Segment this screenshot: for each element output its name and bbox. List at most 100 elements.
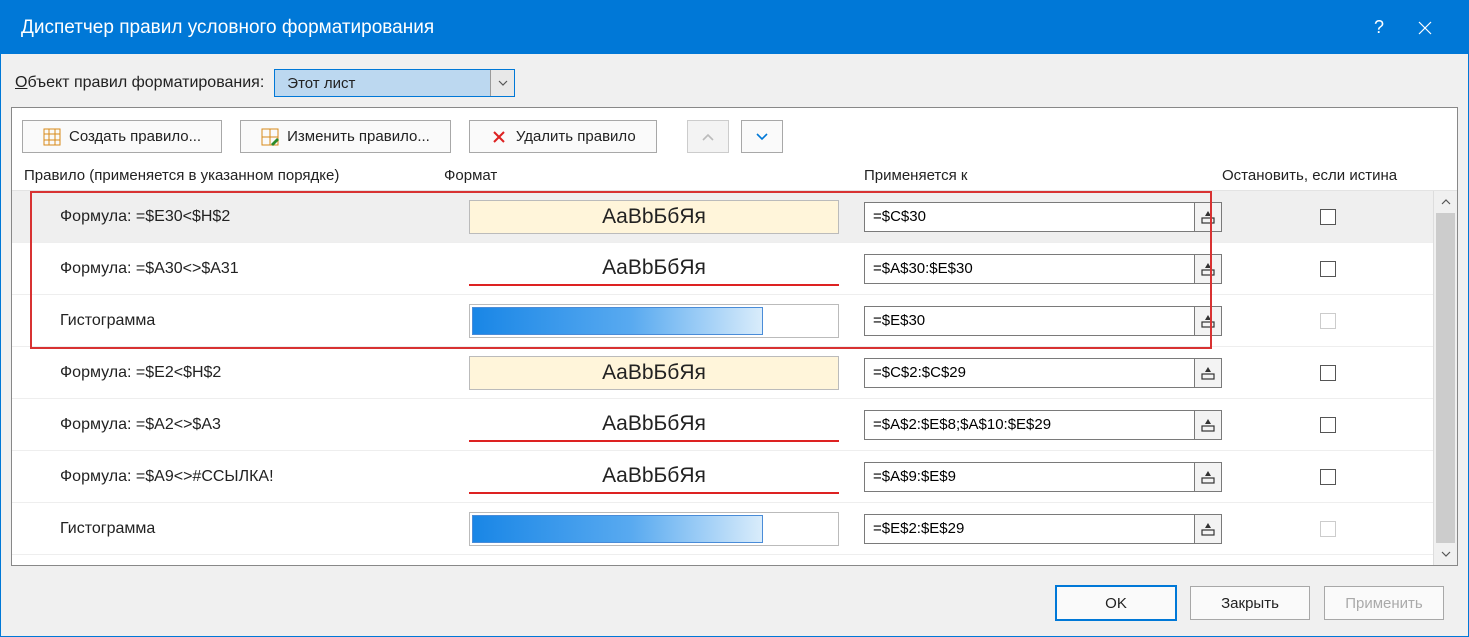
chevron-down-icon[interactable] [490, 70, 514, 96]
range-select-icon[interactable] [1194, 462, 1222, 492]
scope-dropdown[interactable]: Этот лист [274, 69, 515, 97]
rule-row[interactable]: Формула: =$E30<$H$2 AaBbБбЯя [12, 191, 1433, 243]
scroll-down-button[interactable] [1434, 543, 1457, 565]
stop-if-true-checkbox[interactable] [1320, 261, 1336, 277]
stop-if-true-checkbox[interactable] [1320, 417, 1336, 433]
scroll-thumb[interactable] [1436, 213, 1455, 543]
rule-row[interactable]: Формула: =$A30<>$A31 AaBbБбЯя [12, 243, 1433, 295]
scope-dropdown-value: Этот лист [275, 75, 490, 92]
delete-rule-label: Удалить правило [516, 128, 636, 145]
rule-text: Формула: =$E2<$H$2 [24, 364, 444, 382]
dialog-body: Объект правил форматирования: Этот лист … [1, 54, 1468, 636]
header-stop: Остановить, если истина [1222, 167, 1433, 184]
move-up-button [687, 120, 729, 153]
applies-to-input[interactable] [864, 306, 1194, 336]
create-rule-label: Создать правило... [69, 128, 201, 145]
format-preview: AaBbБбЯя [469, 460, 839, 494]
stop-if-true-checkbox [1320, 521, 1336, 537]
rules-list-area: Формула: =$E30<$H$2AaBbБбЯяФормула: =$A3… [12, 191, 1457, 565]
stop-if-true-cell [1222, 521, 1433, 537]
header-format: Формат [444, 167, 864, 184]
rules-panel: Создать правило... Изменить правило... У… [11, 107, 1458, 566]
stop-if-true-cell [1222, 365, 1433, 381]
applies-to-input[interactable] [864, 202, 1194, 232]
dialog-window: Диспетчер правил условного форматировани… [0, 0, 1469, 637]
apply-button: Применить [1324, 586, 1444, 620]
scope-label: Объект правил форматирования: [15, 74, 264, 92]
rule-text: Формула: =$A9<>#ССЫЛКА! [24, 468, 444, 486]
range-select-icon[interactable] [1194, 358, 1222, 388]
grid-icon [43, 128, 61, 146]
applies-to-cell [864, 514, 1222, 544]
edit-rule-label: Изменить правило... [287, 128, 430, 145]
help-button[interactable]: ? [1356, 1, 1402, 54]
range-select-icon[interactable] [1194, 410, 1222, 440]
applies-to-input[interactable] [864, 410, 1194, 440]
rule-text: Формула: =$E30<$H$2 [24, 208, 444, 226]
delete-rule-button[interactable]: Удалить правило [469, 120, 657, 153]
scope-row: Объект правил форматирования: Этот лист [11, 69, 1458, 97]
applies-to-cell [864, 410, 1222, 440]
applies-to-input[interactable] [864, 514, 1194, 544]
header-rule: Правило (применяется в указанном порядке… [24, 167, 444, 184]
stop-if-true-checkbox[interactable] [1320, 209, 1336, 225]
format-preview-cell: AaBbБбЯя [444, 252, 864, 286]
rule-text: Гистограмма [24, 312, 444, 330]
scroll-track[interactable] [1434, 213, 1457, 543]
edit-rule-button[interactable]: Изменить правило... [240, 120, 451, 153]
applies-to-input[interactable] [864, 462, 1194, 492]
stop-if-true-checkbox[interactable] [1320, 365, 1336, 381]
format-preview [469, 304, 839, 338]
ok-button[interactable]: OK [1056, 586, 1176, 620]
titlebar: Диспетчер правил условного форматировани… [1, 1, 1468, 54]
format-preview-cell [444, 304, 864, 338]
rule-row[interactable]: Формула: =$A2<>$A3AaBbБбЯя [12, 399, 1433, 451]
column-headers: Правило (применяется в указанном порядке… [12, 165, 1457, 191]
rule-row[interactable]: Гистограмма [12, 503, 1433, 555]
create-rule-button[interactable]: Создать правило... [22, 120, 222, 153]
rule-row[interactable]: Гистограмма [12, 295, 1433, 347]
data-bar-fill [472, 515, 763, 543]
dialog-footer: OK Закрыть Применить [11, 576, 1458, 626]
scroll-up-button[interactable] [1434, 191, 1457, 213]
range-select-icon[interactable] [1194, 514, 1222, 544]
delete-icon [490, 128, 508, 146]
stop-if-true-cell [1222, 469, 1433, 485]
stop-if-true-checkbox [1320, 313, 1336, 329]
stop-if-true-cell [1222, 313, 1433, 329]
format-preview: AaBbБбЯя [469, 200, 839, 234]
format-preview-cell: AaBbБбЯя [444, 408, 864, 442]
stop-if-true-checkbox[interactable] [1320, 469, 1336, 485]
format-preview: AaBbБбЯя [469, 356, 839, 390]
format-preview-cell [444, 512, 864, 546]
toolbar: Создать правило... Изменить правило... У… [12, 108, 1457, 165]
window-close-button[interactable] [1402, 1, 1448, 54]
rule-text: Формула: =$A30<>$A31 [24, 260, 444, 278]
applies-to-cell [864, 306, 1222, 336]
edit-icon [261, 128, 279, 146]
rules-rows: Формула: =$E30<$H$2AaBbБбЯяФормула: =$A3… [12, 191, 1433, 565]
range-select-icon[interactable] [1194, 306, 1222, 336]
vertical-scrollbar[interactable] [1433, 191, 1457, 565]
format-preview-cell: AaBbБбЯя [444, 200, 864, 234]
rule-row[interactable]: Формула: =$A9<>#ССЫЛКА! AaBbБбЯя [12, 451, 1433, 503]
move-down-button[interactable] [741, 120, 783, 153]
format-preview: AaBbБбЯя [469, 252, 839, 286]
applies-to-cell [864, 202, 1222, 232]
close-button[interactable]: Закрыть [1190, 586, 1310, 620]
rule-text: Гистограмма [24, 520, 444, 538]
header-applies: Применяется к [864, 167, 1222, 184]
rule-row[interactable]: Формула: =$E2<$H$2 AaBbБбЯя [12, 347, 1433, 399]
format-preview [469, 512, 839, 546]
range-select-icon[interactable] [1194, 202, 1222, 232]
applies-to-cell [864, 254, 1222, 284]
data-bar-fill [472, 307, 763, 335]
applies-to-input[interactable] [864, 254, 1194, 284]
stop-if-true-cell [1222, 261, 1433, 277]
applies-to-input[interactable] [864, 358, 1194, 388]
range-select-icon[interactable] [1194, 254, 1222, 284]
applies-to-cell [864, 462, 1222, 492]
format-preview-cell: AaBbБбЯя [444, 460, 864, 494]
stop-if-true-cell [1222, 417, 1433, 433]
rule-text: Формула: =$A2<>$A3 [24, 416, 444, 434]
